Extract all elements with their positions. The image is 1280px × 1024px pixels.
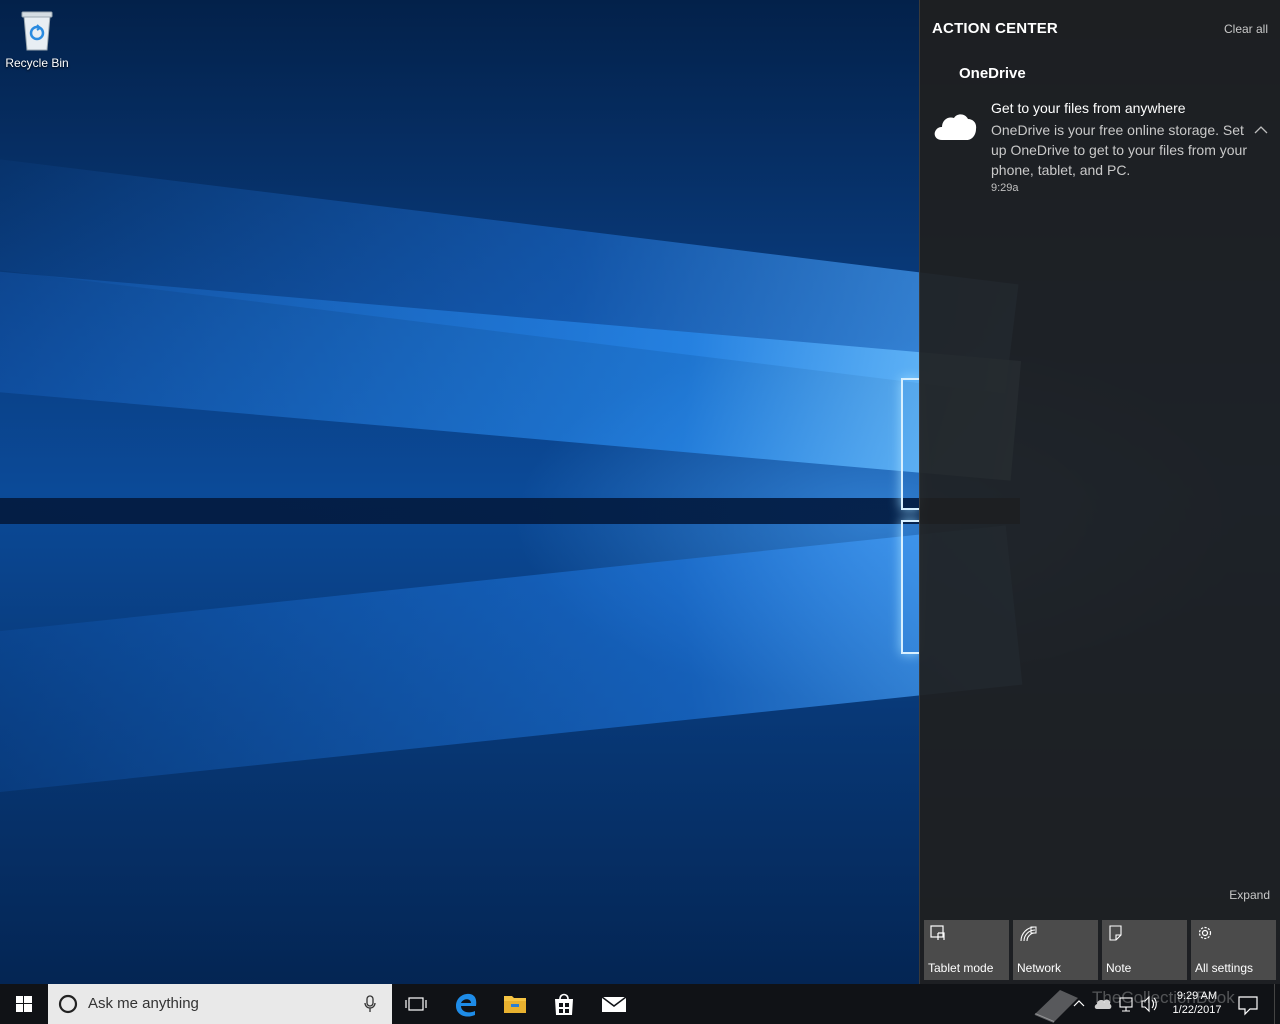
tile-label: Note <box>1106 961 1132 975</box>
chevron-up-icon[interactable] <box>1254 122 1268 140</box>
tile-label: Tablet mode <box>928 961 994 975</box>
notification-app-header[interactable]: OneDrive <box>959 65 1026 82</box>
mail-icon[interactable] <box>590 984 638 1024</box>
quick-action-note[interactable]: Note <box>1102 920 1187 980</box>
clock-time: 9:29 AM <box>1176 990 1218 1002</box>
start-button[interactable] <box>0 984 48 1024</box>
quick-action-network[interactable]: Network <box>1013 920 1098 980</box>
task-view-icon[interactable] <box>392 984 440 1024</box>
clear-all-button[interactable]: Clear all <box>1224 22 1268 36</box>
tablet-mode-icon <box>930 925 948 946</box>
store-icon[interactable] <box>540 984 588 1024</box>
clock-date: 1/22/2017 <box>1172 1004 1222 1016</box>
file-explorer-icon[interactable] <box>491 984 539 1024</box>
show-desktop-button[interactable] <box>1274 984 1280 1024</box>
notification-title: Get to your files from anywhere <box>991 100 1186 116</box>
quick-action-tablet-mode[interactable]: Tablet mode <box>924 920 1009 980</box>
tile-label: All settings <box>1195 961 1254 975</box>
expand-quick-actions-button[interactable]: Expand <box>1229 888 1270 902</box>
microphone-icon[interactable] <box>364 995 376 1018</box>
action-center-panel: ACTION CENTER Clear all OneDrive Get to … <box>919 0 1280 984</box>
onedrive-cloud-icon <box>932 110 978 147</box>
search-box[interactable]: Ask me anything <box>48 984 392 1024</box>
edge-icon[interactable] <box>442 984 490 1024</box>
wallpaper-light-beam <box>0 525 1023 800</box>
wallpaper-shadow-band <box>0 498 1020 524</box>
recycle-bin-icon <box>18 8 56 52</box>
notification-card[interactable]: Get to your files from anywhere OneDrive… <box>920 96 1280 204</box>
notification-body: OneDrive is your free online storage. Se… <box>991 122 1247 178</box>
windows-logo-icon <box>16 996 32 1012</box>
cortana-circle-icon <box>58 994 78 1019</box>
action-center-title: ACTION CENTER <box>932 20 1058 37</box>
notification-time: 9:29a <box>991 182 1019 194</box>
network-icon <box>1019 925 1037 948</box>
search-placeholder: Ask me anything <box>88 995 199 1012</box>
wallpaper-windows-logo-edge <box>901 378 919 510</box>
clock[interactable]: 9:29 AM 1/22/2017 <box>1160 989 1234 1017</box>
note-icon <box>1108 925 1124 946</box>
action-center-notification-icon[interactable] <box>1236 984 1260 1024</box>
show-hidden-icons-chevron-icon[interactable] <box>1070 984 1088 1024</box>
taskbar: Ask me anything TheCollectionBook 9:29 A… <box>0 984 1280 1024</box>
tile-label: Network <box>1017 961 1062 975</box>
quick-action-all-settings[interactable]: All settings <box>1191 920 1276 980</box>
desktop-icon-label: Recycle Bin <box>5 56 69 70</box>
desktop-icon-recycle-bin[interactable]: Recycle Bin <box>4 8 70 70</box>
wallpaper-windows-logo-edge <box>901 520 919 654</box>
gear-icon <box>1197 925 1213 946</box>
